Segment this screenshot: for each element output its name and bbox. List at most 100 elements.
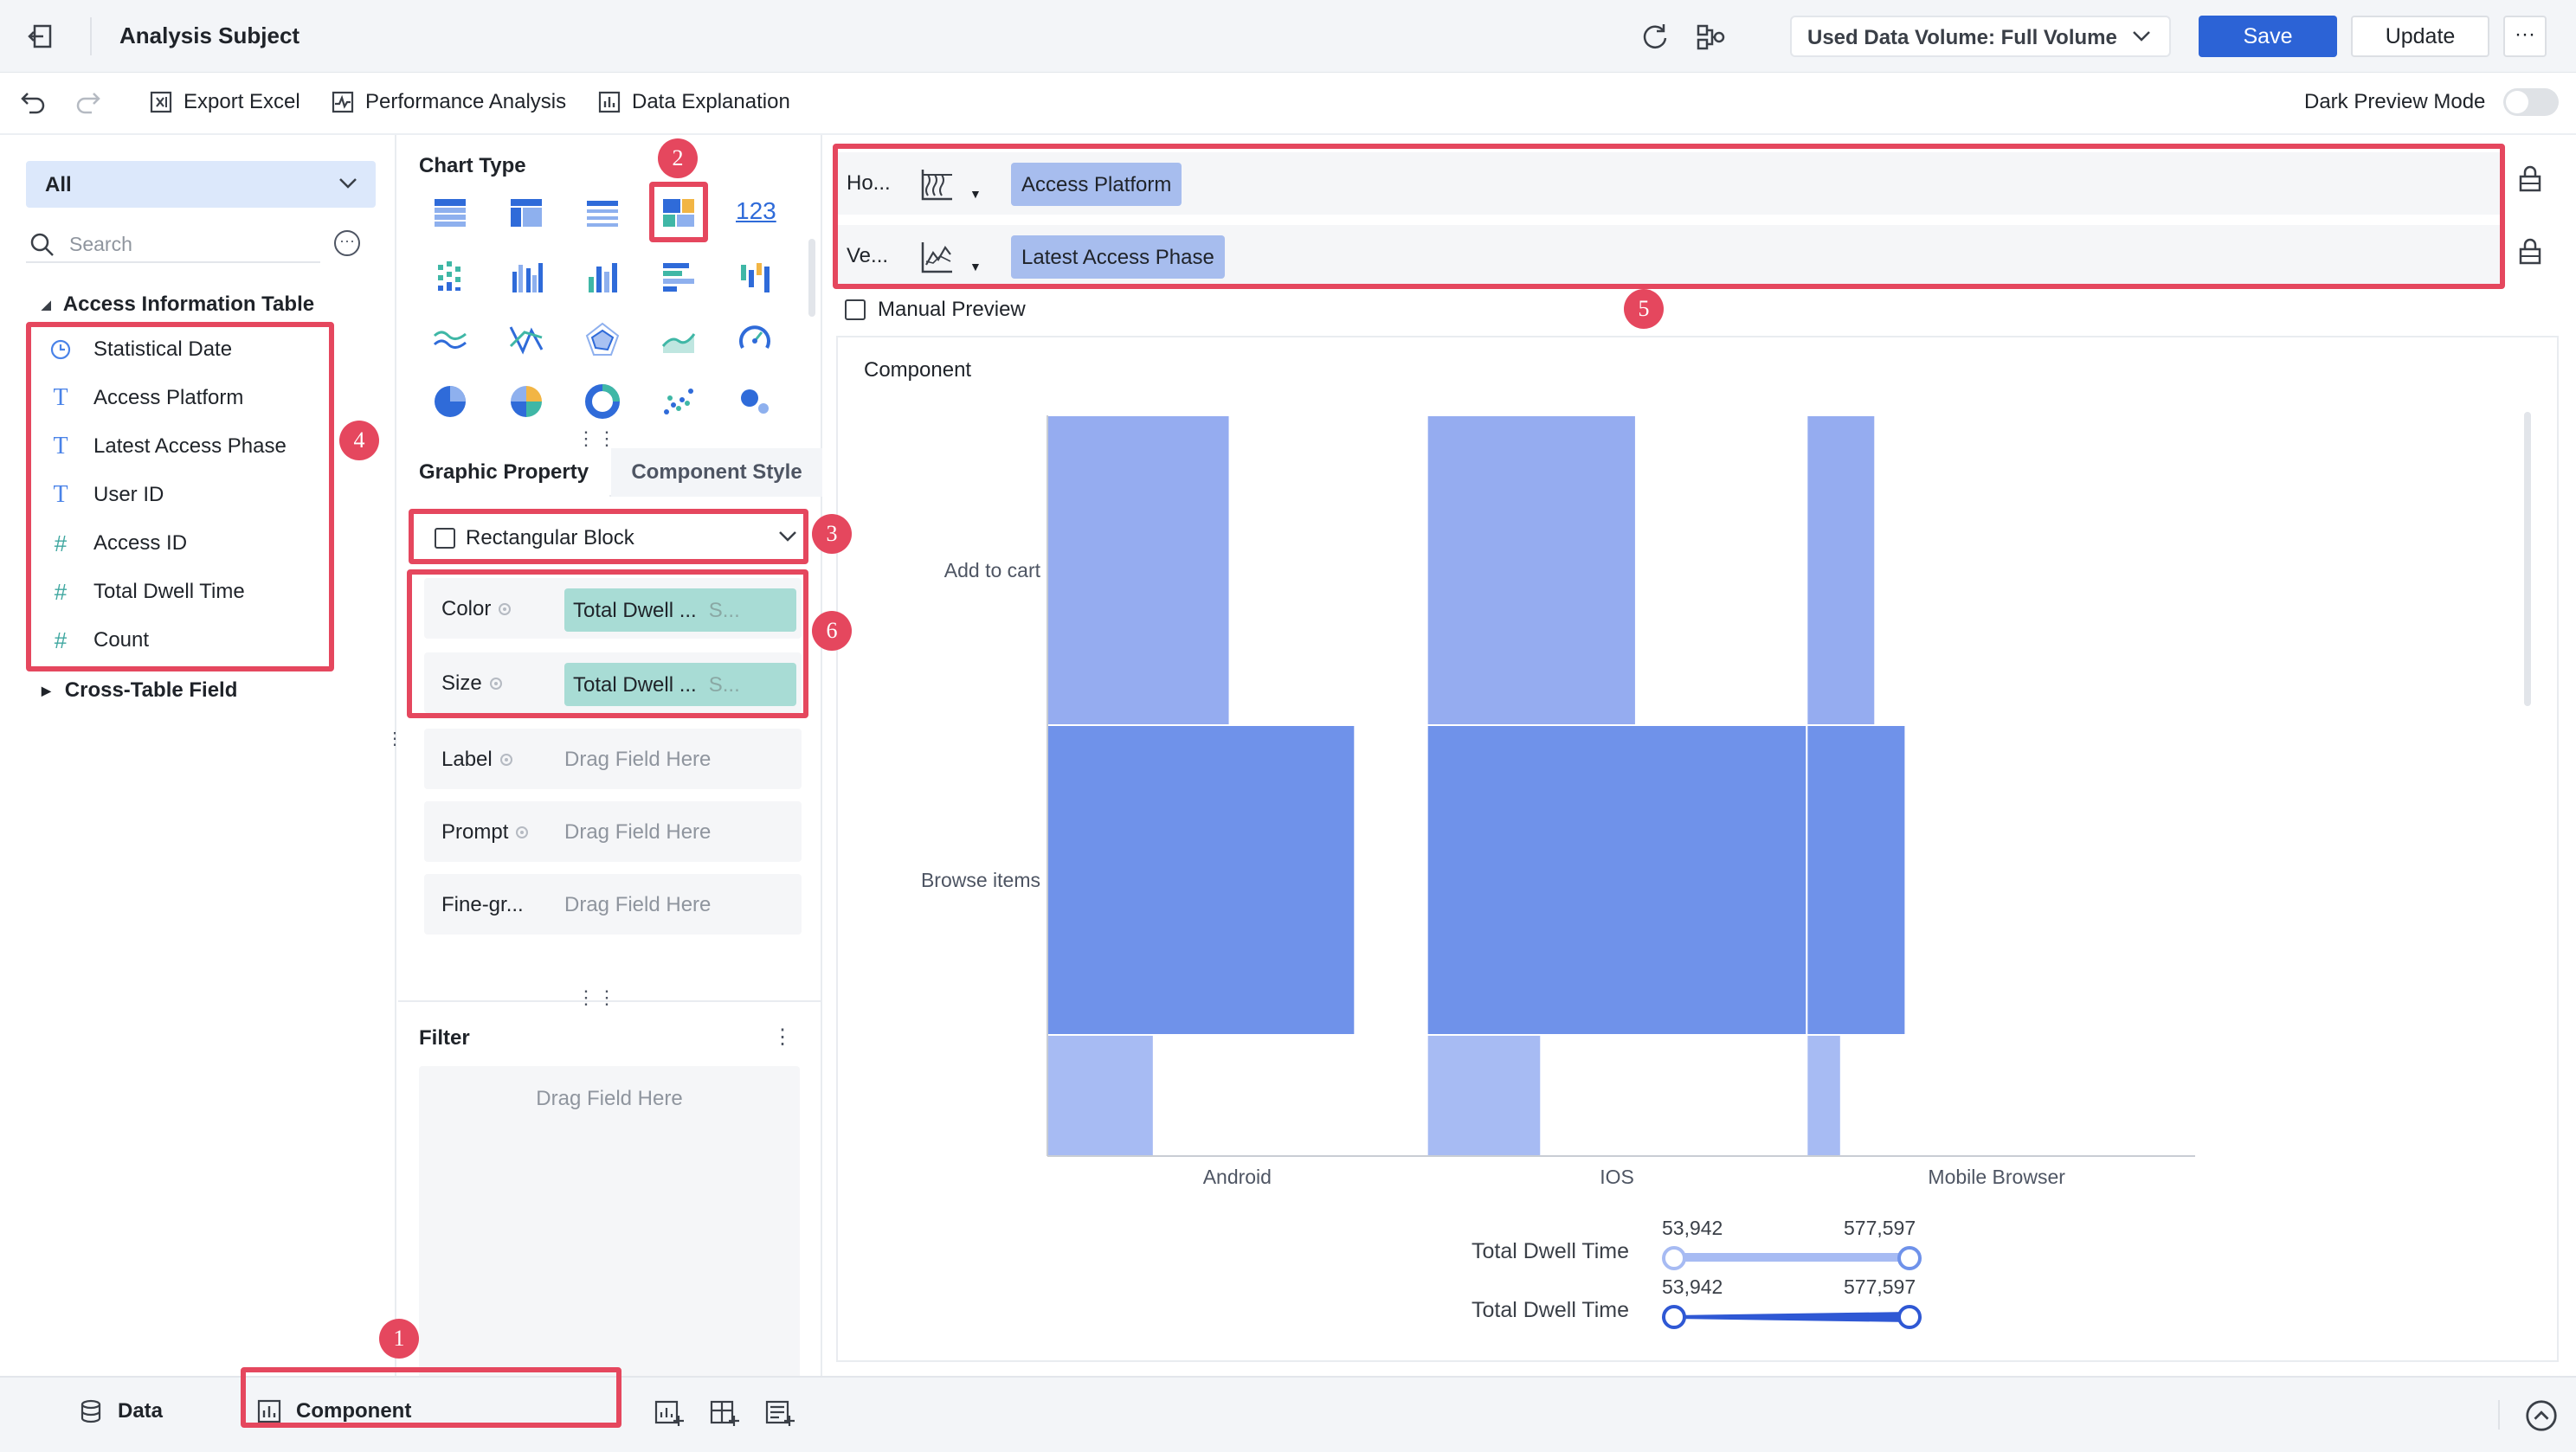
prompt-property-label: Prompt (441, 820, 531, 845)
more-options-button[interactable]: ··· (2503, 16, 2547, 57)
undo-icon[interactable] (19, 88, 47, 116)
bar-chart-icon[interactable] (583, 258, 621, 296)
cross-table-icon[interactable] (507, 194, 545, 232)
field-access-id[interactable]: # Access ID (48, 526, 187, 561)
color-field-chip[interactable]: Total Dwell ... S... (564, 588, 796, 632)
performance-analysis-button[interactable]: Performance Analysis (331, 90, 566, 114)
field-count[interactable]: # Count (48, 623, 149, 658)
search-input[interactable] (69, 230, 312, 258)
heatmap-cell[interactable] (1046, 414, 1231, 726)
component-tab[interactable]: Component (256, 1398, 411, 1424)
x-tick-label: Android (1203, 1166, 1272, 1188)
drag-handle[interactable]: ⋮⋮ (576, 427, 618, 450)
size-legend-handle-max[interactable] (1897, 1305, 1922, 1329)
lock-icon[interactable] (2515, 237, 2545, 267)
prop-label-text: Fine-gr... (441, 893, 524, 916)
manual-preview-option[interactable]: Manual Preview (845, 298, 1026, 322)
prompt-drop-zone[interactable]: Drag Field Here (564, 820, 711, 845)
filter-drop-zone[interactable]: Drag Field Here (419, 1066, 800, 1395)
gear-icon[interactable] (513, 824, 531, 841)
field-access-platform[interactable]: T Access Platform (48, 381, 243, 415)
mark-checkbox[interactable] (435, 528, 455, 549)
refresh-icon[interactable] (1638, 19, 1672, 54)
heatmap-cell[interactable] (1426, 1034, 1542, 1157)
heatmap-cell[interactable] (1806, 724, 1907, 1036)
gear-icon[interactable] (487, 675, 505, 692)
flow-icon[interactable] (1693, 19, 1728, 54)
waterfall-icon[interactable] (736, 258, 774, 296)
data-volume-select[interactable]: Used Data Volume: Full Volume (1790, 16, 2171, 57)
horizontal-axis-chip[interactable]: Access Platform (1011, 163, 1182, 206)
size-field-chip[interactable]: Total Dwell ... S... (564, 663, 796, 706)
color-legend-handle-max[interactable] (1897, 1246, 1922, 1270)
heatmap-cell[interactable] (1806, 1034, 1842, 1157)
field-statistical-date[interactable]: Statistical Date (48, 332, 232, 367)
heatmap-cell[interactable] (1426, 724, 1808, 1036)
horizontal-bar-icon[interactable] (660, 258, 698, 296)
field-user-id[interactable]: T User ID (48, 478, 164, 512)
dark-preview-toggle[interactable] (2503, 88, 2559, 116)
horizontal-axis-icon[interactable] (918, 164, 957, 204)
table-chart-icon[interactable] (431, 194, 469, 232)
config-panel: Chart Type 123 ⋮⋮ Graphic Property Compo… (398, 135, 822, 1395)
save-button[interactable]: Save (2199, 16, 2337, 57)
heatmap-cell[interactable] (1806, 414, 1877, 726)
data-explanation-button[interactable]: Data Explanation (597, 90, 790, 114)
field-latest-access-phase[interactable]: T Latest Access Phase (48, 429, 286, 464)
more-circle-icon[interactable]: ··· (334, 230, 360, 256)
tab-component-style[interactable]: Component Style (611, 448, 822, 497)
tab-graphic-property[interactable]: Graphic Property (398, 448, 610, 497)
rose-chart-icon[interactable] (507, 382, 545, 421)
mark-type-select[interactable]: Rectangular Block (429, 517, 805, 559)
y-tick-label: Add to cart (944, 559, 1041, 581)
size-legend-handle-min[interactable] (1662, 1305, 1686, 1329)
lock-icon[interactable] (2515, 164, 2545, 194)
chart-scrollbar[interactable] (2524, 412, 2531, 706)
gear-icon[interactable] (498, 751, 515, 768)
add-report-icon[interactable] (762, 1395, 796, 1430)
line-cross-icon[interactable] (507, 320, 545, 358)
y-tick-label: Browse items (921, 869, 1040, 891)
field-total-dwell-time[interactable]: # Total Dwell Time (48, 575, 245, 609)
detail-table-icon[interactable] (583, 194, 621, 232)
label-drop-zone[interactable]: Drag Field Here (564, 748, 711, 772)
dot-matrix-icon[interactable] (431, 258, 469, 296)
radar-icon[interactable] (583, 320, 621, 358)
area-line-icon[interactable] (431, 320, 469, 358)
vertical-axis-chip[interactable]: Latest Access Phase (1011, 235, 1225, 279)
rectangular-block-icon[interactable] (660, 194, 698, 232)
scatter-icon[interactable] (660, 382, 698, 421)
collapse-up-icon[interactable] (2524, 1398, 2559, 1433)
gear-icon[interactable] (496, 601, 513, 618)
table-node[interactable]: ◢ Access Information Table (42, 292, 314, 317)
area-chart-icon[interactable] (660, 320, 698, 358)
color-legend-handle-min[interactable] (1662, 1246, 1686, 1270)
heatmap-cell[interactable] (1046, 1034, 1155, 1157)
update-button[interactable]: Update (2351, 16, 2489, 57)
fine-grained-drop-zone[interactable]: Drag Field Here (564, 893, 711, 917)
exit-icon[interactable] (24, 19, 59, 54)
kebab-icon[interactable]: ⋮ (772, 1025, 793, 1050)
heatmap-cell[interactable] (1426, 414, 1637, 726)
add-component-icon[interactable] (651, 1395, 686, 1430)
caret-down-icon[interactable]: ▼ (969, 260, 982, 273)
add-dashboard-icon[interactable] (706, 1395, 741, 1430)
grouped-bar-icon[interactable] (507, 258, 545, 296)
manual-preview-checkbox[interactable] (845, 299, 866, 320)
gauge-icon[interactable] (736, 320, 774, 358)
pie-chart-icon[interactable] (431, 382, 469, 421)
redo-icon[interactable] (74, 88, 102, 116)
vertical-axis-icon[interactable] (918, 237, 957, 277)
chip-field: Total Dwell ... (573, 599, 697, 622)
kpi-number-icon[interactable]: 123 (736, 197, 776, 225)
field-label: User ID (93, 483, 164, 506)
donut-chart-icon[interactable] (583, 382, 621, 421)
caret-down-icon[interactable]: ▼ (969, 187, 982, 201)
scope-select[interactable]: All (26, 161, 376, 208)
heatmap-cell[interactable] (1046, 724, 1356, 1036)
cross-table-node[interactable]: ▶ Cross-Table Field (42, 678, 237, 703)
bubble-chart-icon[interactable] (736, 382, 774, 421)
chart-type-scrollbar[interactable] (808, 239, 815, 317)
export-excel-button[interactable]: Export Excel (149, 90, 300, 114)
data-tab[interactable]: Data (78, 1398, 163, 1424)
